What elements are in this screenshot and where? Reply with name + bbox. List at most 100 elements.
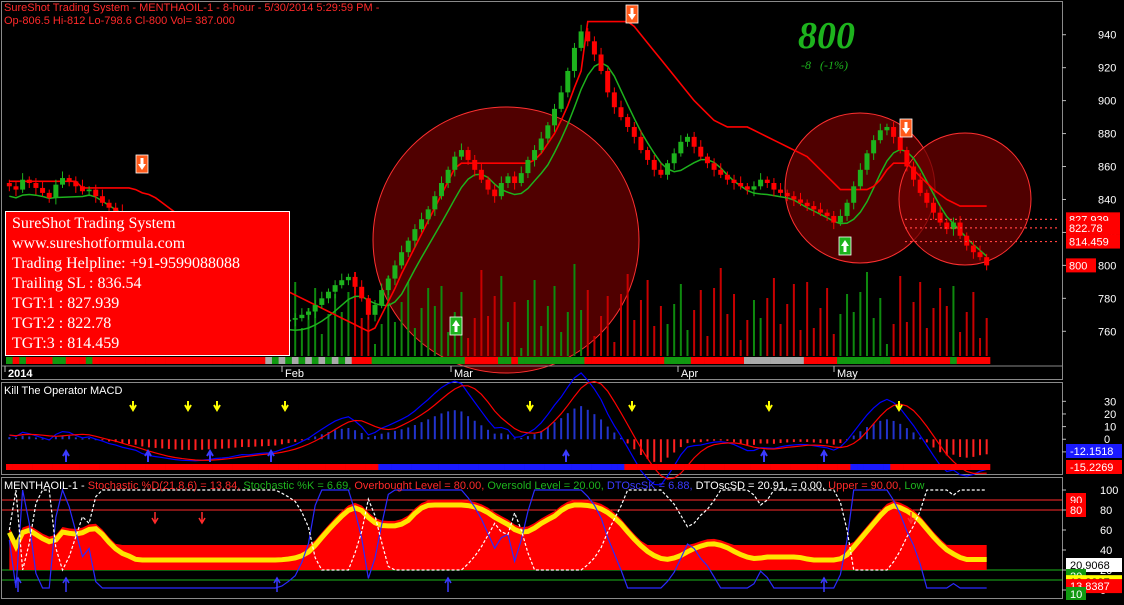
candle-body — [571, 47, 577, 71]
volume-bar — [320, 334, 323, 356]
candle-body — [392, 265, 398, 279]
macd-histogram-bar — [739, 439, 742, 444]
macd-histogram-bar — [500, 433, 503, 440]
volume-bar — [846, 294, 849, 356]
trend-band-cell — [551, 357, 559, 364]
volume-bar — [393, 322, 396, 356]
trend-band-cell — [371, 357, 379, 364]
macd-trend-cell — [823, 464, 831, 470]
macd-trend-cell — [378, 464, 386, 470]
volume-bar — [699, 290, 702, 356]
macd-trend-cell — [950, 464, 958, 470]
candle-body — [758, 179, 764, 187]
candle-body — [977, 252, 983, 258]
macd-histogram-bar — [241, 439, 244, 447]
candle-body — [744, 186, 750, 190]
macd-histogram-bar — [234, 439, 237, 448]
macd-histogram-bar — [713, 439, 716, 441]
volume-bar — [746, 320, 749, 356]
candle-body — [711, 163, 717, 170]
candle-body — [605, 70, 611, 93]
candle-body — [665, 163, 671, 175]
trend-band-cell — [611, 357, 618, 364]
macd-histogram-bar — [28, 436, 31, 440]
info-line-helpline: Trading Helpline: +91-9599088088 — [12, 255, 240, 272]
trend-band-cell — [225, 357, 233, 364]
volume-bar — [427, 288, 430, 356]
macd-trend-cell — [464, 464, 472, 470]
volume-bar — [380, 324, 383, 356]
trend-band-cell — [910, 357, 918, 364]
macd-trend-cell — [551, 464, 559, 470]
trend-band-cell — [271, 357, 279, 364]
volume-bar — [779, 324, 782, 356]
candle-body — [46, 192, 52, 198]
trend-band-cell — [105, 357, 113, 364]
macd-histogram-bar — [413, 425, 416, 440]
trend-band-cell — [384, 357, 392, 364]
trend-band-cell — [544, 357, 552, 364]
volume-bar — [480, 270, 483, 356]
macd-histogram-bar — [360, 432, 363, 440]
macd-trend-cell — [158, 464, 166, 470]
volume-bar — [706, 336, 709, 356]
candle-body — [811, 206, 817, 210]
trend-band-cell — [617, 357, 625, 364]
volume-bar — [959, 332, 962, 356]
macd-trend-cell — [810, 464, 818, 470]
macd-trend-cell — [843, 464, 851, 470]
volume-bar — [905, 322, 908, 356]
macd-histogram-bar — [300, 439, 303, 441]
trend-band-cell — [511, 357, 519, 364]
volume-bar — [606, 296, 609, 356]
volume-bar — [752, 300, 755, 356]
macd-histogram-bar — [367, 437, 370, 440]
macd-trend-cell — [105, 464, 113, 470]
volume-bar — [407, 282, 410, 356]
macd-histogram-bar — [686, 439, 689, 444]
x-tick-label: Feb — [285, 368, 304, 380]
trend-band-cell — [119, 357, 126, 364]
volume-bar — [972, 292, 975, 356]
macd-trend-cell — [896, 464, 904, 470]
macd-trend-cell — [165, 464, 173, 470]
trend-band-cell — [630, 357, 638, 364]
macd-trend-cell — [125, 464, 133, 470]
candle-body — [552, 108, 558, 126]
macd-trend-cell — [345, 464, 353, 470]
macd-histogram-bar — [68, 435, 71, 440]
macd-histogram-bar — [646, 439, 649, 460]
trend-band-cell — [670, 357, 678, 364]
candle-body — [6, 183, 12, 187]
macd-histogram-bar — [965, 439, 968, 458]
macd-trend-cell — [830, 464, 838, 470]
candle-body — [884, 126, 890, 131]
trend-band-cell — [537, 357, 545, 364]
candle-body — [385, 278, 391, 291]
macd-trend-cell — [458, 464, 466, 470]
volume-bar — [879, 298, 882, 356]
price-tick-label: 940 — [1098, 30, 1116, 42]
trend-band-cell — [212, 357, 220, 364]
candle-body — [93, 189, 99, 197]
volume-bar — [979, 338, 982, 356]
volume-bar — [739, 340, 742, 356]
trend-band-cell — [857, 357, 864, 364]
macd-trend-cell — [744, 464, 751, 470]
trend-band-cell — [524, 357, 532, 364]
trend-band-cell — [205, 357, 213, 364]
macd-trend-cell — [650, 464, 658, 470]
volume-bar — [932, 308, 935, 356]
macd-histogram-bar — [420, 422, 423, 440]
candle-body — [857, 169, 863, 187]
macd-trend-cell — [923, 464, 931, 470]
macd-histogram-bar — [613, 432, 616, 440]
candle-body — [731, 179, 737, 183]
stochastic-legend-item: Oversold Level = 20.00, — [487, 480, 607, 492]
macd-trend-cell — [252, 464, 259, 470]
trend-band-cell — [232, 357, 240, 364]
stoch-tick-label: 40 — [1100, 545, 1112, 557]
macd-trend-cell — [657, 464, 665, 470]
macd-trend-cell — [271, 464, 279, 470]
macd-trend-cell — [876, 464, 884, 470]
